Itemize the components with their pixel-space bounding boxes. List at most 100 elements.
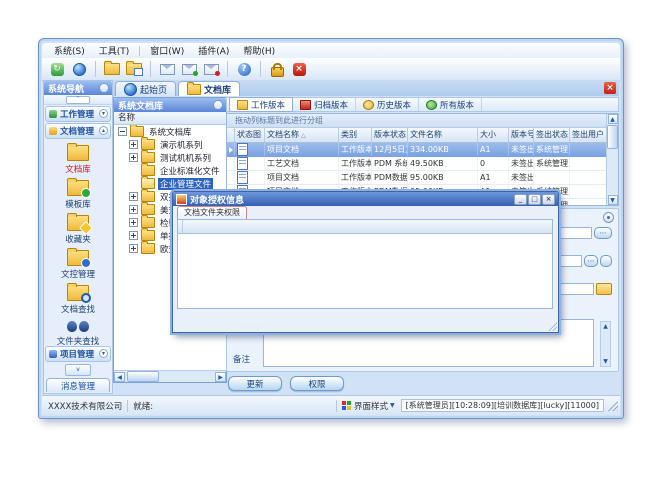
- tab-message-management[interactable]: 消息管理: [46, 378, 110, 392]
- section-collapse-icon[interactable]: ▴: [99, 126, 108, 135]
- toolbar-button-folder-window[interactable]: [125, 60, 143, 78]
- expand-icon[interactable]: [129, 244, 138, 253]
- scroll-left-icon[interactable]: ◀: [114, 372, 125, 382]
- expand-icon[interactable]: [129, 140, 138, 149]
- section-expand-icon[interactable]: ▾: [99, 109, 108, 118]
- column-header-签出状态[interactable]: 签出状态: [534, 128, 570, 142]
- menu-item-5[interactable]: 帮助(H): [237, 43, 281, 58]
- tree-node-系统文档库[interactable]: 系统文档库: [114, 125, 226, 138]
- group-by-band[interactable]: 拖动列标题到此进行分组: [227, 114, 606, 128]
- folder-icon: [130, 126, 144, 137]
- menu-item-1[interactable]: 系统(S): [48, 43, 91, 58]
- cell-签出状态: 系统管理员: [534, 157, 570, 170]
- column-header-文件名称[interactable]: 文件名称: [408, 128, 478, 142]
- tree-horizontal-scrollbar[interactable]: ◀ ▶: [114, 370, 226, 382]
- minimize-icon[interactable]: _: [514, 194, 527, 205]
- column-header-签出用户[interactable]: 签出用户: [570, 128, 606, 142]
- toolbar-button-open-folder[interactable]: [103, 60, 121, 78]
- tab-归档版本[interactable]: 归档版本: [293, 98, 356, 111]
- expand-icon[interactable]: [129, 218, 138, 227]
- toolbar-button-mail-mark[interactable]: [202, 60, 220, 78]
- menu-item-2[interactable]: 工具(T): [93, 43, 136, 58]
- scroll-up-icon[interactable]: ▲: [601, 322, 610, 331]
- expand-icon[interactable]: [129, 192, 138, 201]
- interface-style-label[interactable]: 界面样式: [354, 400, 388, 412]
- nav-section-文档管理[interactable]: 文档管理▴: [45, 123, 111, 139]
- nav-section-工作管理[interactable]: 工作管理▾: [45, 106, 111, 122]
- tree-pin-button[interactable]: [213, 100, 223, 110]
- sidebar-item-收藏夹[interactable]: 收藏夹: [44, 213, 112, 246]
- tab-folder-permissions[interactable]: 文档文件夹权限: [177, 206, 247, 219]
- nav-section-项目管理[interactable]: 项目管理▾: [45, 346, 111, 362]
- resize-grip[interactable]: [608, 401, 618, 411]
- button-更新[interactable]: 更新: [228, 376, 282, 391]
- section-expand-icon[interactable]: ▾: [99, 349, 108, 358]
- dialog-title-bar[interactable]: 对象授权信息 _□×: [173, 192, 558, 206]
- tree-node-演示机系列[interactable]: 演示机系列: [114, 138, 226, 151]
- toolbar-button-sync[interactable]: ↻: [48, 60, 66, 78]
- sidebar-pin-button[interactable]: [99, 83, 109, 93]
- close-tab-icon[interactable]: ×: [604, 82, 616, 94]
- scroll-thumb[interactable]: [607, 125, 618, 149]
- small-button[interactable]: [600, 255, 612, 267]
- collapse-icon[interactable]: [118, 127, 127, 136]
- table-row[interactable]: 项目文档工作版本12月5日万兴隆同行..334.00KBA1未签出系统管理员: [227, 143, 606, 157]
- scroll-up-icon[interactable]: ▲: [608, 114, 618, 124]
- column-header-版本状态[interactable]: 版本状态: [372, 128, 408, 142]
- scroll-down-icon[interactable]: ▼: [608, 195, 618, 205]
- column-header-文档名称[interactable]: 文档名称△: [265, 128, 339, 142]
- toolbar-button-mail[interactable]: [158, 60, 176, 78]
- tab-历史版本[interactable]: 历史版本: [356, 98, 419, 111]
- sidebar-item-文档库[interactable]: 文档库: [44, 143, 112, 176]
- tab-文档库[interactable]: 文档库: [178, 81, 240, 96]
- expand-icon[interactable]: [129, 231, 138, 240]
- table-row[interactable]: 项目文档工作版本PDM数据整理方案.doc95.00KBA1未签出: [227, 171, 606, 185]
- sidebar-collapse-strip[interactable]: ^: [44, 95, 112, 105]
- sidebar-more-combo[interactable]: v: [65, 364, 91, 376]
- expand-icon[interactable]: [129, 153, 138, 162]
- gear-icon[interactable]: [603, 212, 614, 223]
- open-folder-icon[interactable]: [596, 283, 612, 295]
- column-header-类别[interactable]: 类别: [339, 128, 372, 142]
- tree-node-测试机机系列[interactable]: 测试机机系列: [114, 151, 226, 164]
- ellipsis-button[interactable]: ⋯: [594, 227, 612, 239]
- grid-vertical-scrollbar[interactable]: ▲ ▼: [606, 114, 618, 205]
- toolbar-button-help[interactable]: ?: [235, 60, 253, 78]
- toolbar-button-lock[interactable]: [268, 60, 286, 78]
- grid-corner: [178, 220, 183, 233]
- button-权限[interactable]: 权限: [290, 376, 344, 391]
- column-header-版本号[interactable]: 版本号: [509, 128, 534, 142]
- tab-工作版本[interactable]: 工作版本: [229, 97, 293, 112]
- sidebar-item-文控管理[interactable]: 文控管理: [44, 248, 112, 281]
- sidebar-header[interactable]: 系统导航: [44, 81, 112, 95]
- tab-起始页[interactable]: 起始页: [115, 81, 176, 96]
- scroll-down-icon[interactable]: ▼: [601, 357, 610, 366]
- session-info: [系统管理员][10:28:09][培训数据库][lucky][11000]: [401, 399, 604, 412]
- tree-node-企业标准化文件[interactable]: 企业标准化文件: [114, 164, 226, 177]
- toolbar-button-exit[interactable]: ×: [290, 60, 308, 78]
- column-header-状态图[interactable]: 状态图: [235, 128, 265, 142]
- tree-node-企业管理文件[interactable]: 企业管理文件: [114, 177, 226, 190]
- toolbar-button-globe[interactable]: [70, 60, 88, 78]
- expand-icon[interactable]: [129, 205, 138, 214]
- column-header-大小[interactable]: 大小: [478, 128, 509, 142]
- sidebar-item-模板库[interactable]: 模板库: [44, 178, 112, 211]
- chevron-down-icon[interactable]: ▼: [390, 402, 395, 409]
- menu-item-4[interactable]: 插件(A): [192, 43, 235, 58]
- menu-item-3[interactable]: 窗口(W): [144, 43, 190, 58]
- tab-所有版本[interactable]: 所有版本: [419, 98, 482, 111]
- sidebar-item-文档查找[interactable]: 文档查找: [44, 283, 112, 316]
- table-row[interactable]: 工艺文档工作版本PDM 系统数据整理..49.50KB0未签出系统管理员: [227, 157, 606, 171]
- tree-column-header[interactable]: 名称: [114, 112, 226, 125]
- scroll-thumb[interactable]: [127, 371, 159, 382]
- remark-scrollbar[interactable]: ▲ ▼: [600, 321, 611, 367]
- dialog-resize-grip[interactable]: [548, 322, 557, 331]
- toolbar-button-mail-send[interactable]: [180, 60, 198, 78]
- sidebar-item-文件夹查找[interactable]: 文件夹查找: [44, 318, 112, 345]
- maximize-icon[interactable]: □: [528, 194, 541, 205]
- close-icon[interactable]: ×: [542, 194, 555, 205]
- scroll-right-icon[interactable]: ▶: [215, 372, 226, 382]
- row-indicator: [227, 171, 235, 184]
- tree-panel-header[interactable]: 系统文档库: [114, 98, 226, 112]
- ellipsis-button[interactable]: ⋯: [584, 255, 598, 267]
